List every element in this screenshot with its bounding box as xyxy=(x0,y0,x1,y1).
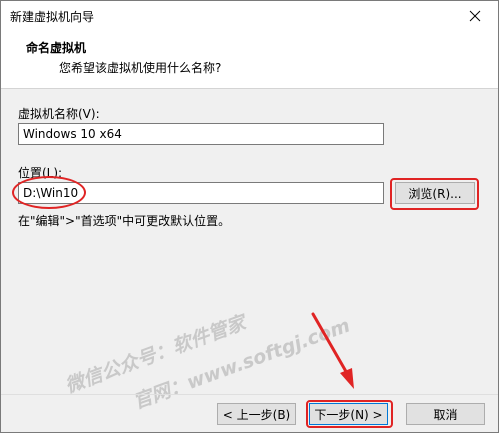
new-vm-wizard-dialog: 新建虚拟机向导 命名虚拟机 您希望该虚拟机使用什么名称? 虚拟机名称(V): W… xyxy=(0,0,499,433)
arrow-annotation-icon xyxy=(311,312,354,389)
